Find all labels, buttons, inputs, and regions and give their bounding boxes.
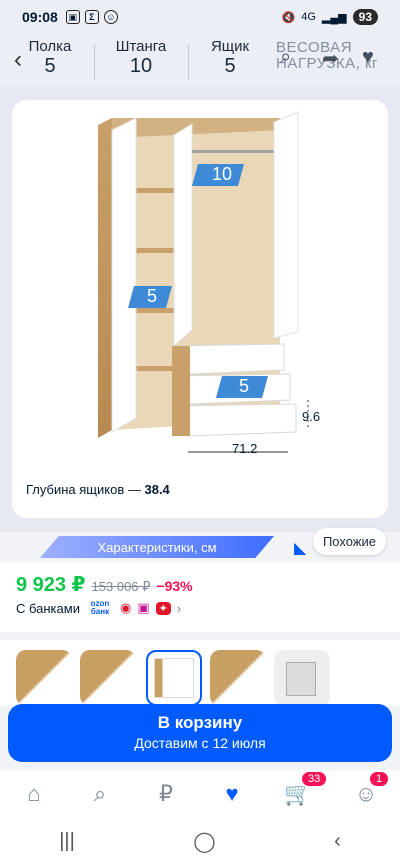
height-dimension: 9.6 (302, 409, 321, 424)
add-to-cart-button[interactable]: В корзину Доставим с 12 июля (8, 704, 392, 762)
stat-shelf-label: Полка (28, 38, 72, 55)
thumbnail-selected[interactable] (146, 650, 202, 706)
cart-icon[interactable]: 🛒 33 (282, 770, 329, 810)
system-nav: ||| ◯ ‹ (0, 816, 400, 867)
stat-drawer-value: 5 (224, 55, 236, 77)
thumbnail[interactable] (274, 650, 330, 706)
old-price: 153 006 ₽ (91, 579, 151, 594)
shelf-badge: 5 (146, 286, 157, 306)
thumbnail[interactable] (210, 650, 266, 706)
ruble-icon[interactable]: ₽ (150, 778, 182, 810)
bank-logo-icon: ✦ (155, 601, 171, 615)
bank-logo-icon: ◉ (119, 600, 132, 615)
thumbnail-strip (0, 632, 400, 706)
characteristics-label: Характеристики, см (40, 536, 274, 558)
status-bar: 09:08 ▣ Σ ☺ 🔇 4G ▂▄▆ 93 (0, 0, 400, 34)
screenshot-icon: ▣ (65, 10, 80, 24)
favorites-icon[interactable]: ♥ (216, 778, 248, 810)
network-label: 4G (301, 11, 316, 23)
similar-button[interactable]: Похожие (312, 528, 386, 555)
thumbnail[interactable] (80, 650, 136, 706)
product-image-area: 10 5 5 71.2 9.6 Глубина ящиков — 38.4 (0, 86, 400, 532)
product-header: ‹ Полка 5 Штанга 10 Ящик 5 ВЕСОВАЯ НАГРУ… (0, 34, 400, 86)
cart-subtitle: Доставим с 12 июля (134, 735, 266, 751)
share-icon[interactable]: ➦ (322, 46, 339, 71)
stat-drawer: Ящик 5 (206, 38, 254, 78)
drawer-badge: 5 (238, 376, 249, 396)
recents-icon[interactable]: ||| (59, 830, 75, 853)
emoji-icon: ☺ (103, 10, 118, 24)
profile-badge: 1 (368, 770, 391, 788)
back-nav-icon[interactable]: ‹ (334, 830, 341, 853)
home-button-icon[interactable]: ◯ (193, 829, 215, 854)
cart-title: В корзину (157, 713, 243, 732)
rod-badge: 10 (211, 164, 233, 184)
battery-badge: 93 (352, 9, 378, 25)
stat-rod: Штанга 10 (110, 38, 172, 78)
product-image-card[interactable]: 10 5 5 71.2 9.6 Глубина ящиков — 38.4 (12, 100, 388, 518)
status-right: 🔇 4G ▂▄▆ 93 (282, 9, 378, 25)
bottom-nav: ⌂ ⌕ ₽ ♥ 🛒 33 ☺ 1 (0, 770, 400, 816)
stat-drawer-label: Ящик (210, 38, 250, 55)
cart-count-badge: 33 (300, 770, 329, 788)
drawer-depth: Глубина ящиков — 38.4 (26, 482, 170, 497)
bank-offers[interactable]: С банками ozon банк ◉ ▣ ✦ › (16, 600, 181, 616)
depth-label: Глубина ящиков — (26, 482, 141, 497)
stat-shelf: Полка 5 (26, 38, 74, 78)
stat-rod-value: 10 (129, 55, 153, 77)
chevron-right-icon: › (176, 600, 182, 616)
status-time: 09:08 (22, 9, 58, 25)
bank-logo-icon: ▣ (137, 600, 150, 615)
search-icon[interactable]: ⌕ (280, 46, 291, 69)
mute-icon: 🔇 (281, 11, 296, 24)
stat-shelf-value: 5 (44, 55, 56, 77)
profile-icon[interactable]: ☺ 1 (350, 770, 391, 810)
stat-rod-label: Штанга (115, 38, 167, 55)
favorite-icon[interactable]: ♥ (362, 46, 374, 69)
ozon-bank-logo-icon: ozon банк (90, 599, 110, 616)
home-icon[interactable]: ⌂ (18, 778, 50, 810)
price-section: 9 923 ₽ 153 006 ₽ −93% С банками ozon ба… (0, 562, 400, 632)
discount-badge: −93% (156, 578, 193, 594)
sigma-icon: Σ (84, 10, 99, 24)
price-line: 9 923 ₽ 153 006 ₽ −93% (16, 572, 193, 597)
signal-icon: ▂▄▆ (321, 11, 347, 24)
banks-label: С банками (16, 600, 80, 616)
current-price: 9 923 ₽ (16, 574, 86, 596)
width-dimension: 71.2 (232, 441, 258, 456)
stat-divider (188, 44, 189, 80)
wardrobe-illustration (98, 111, 309, 453)
brand-logo-icon: ◣ (294, 540, 307, 557)
depth-value: 38.4 (144, 482, 170, 497)
thumbnail[interactable] (16, 650, 72, 706)
search-icon[interactable]: ⌕ (84, 778, 116, 810)
stat-divider (94, 44, 95, 80)
